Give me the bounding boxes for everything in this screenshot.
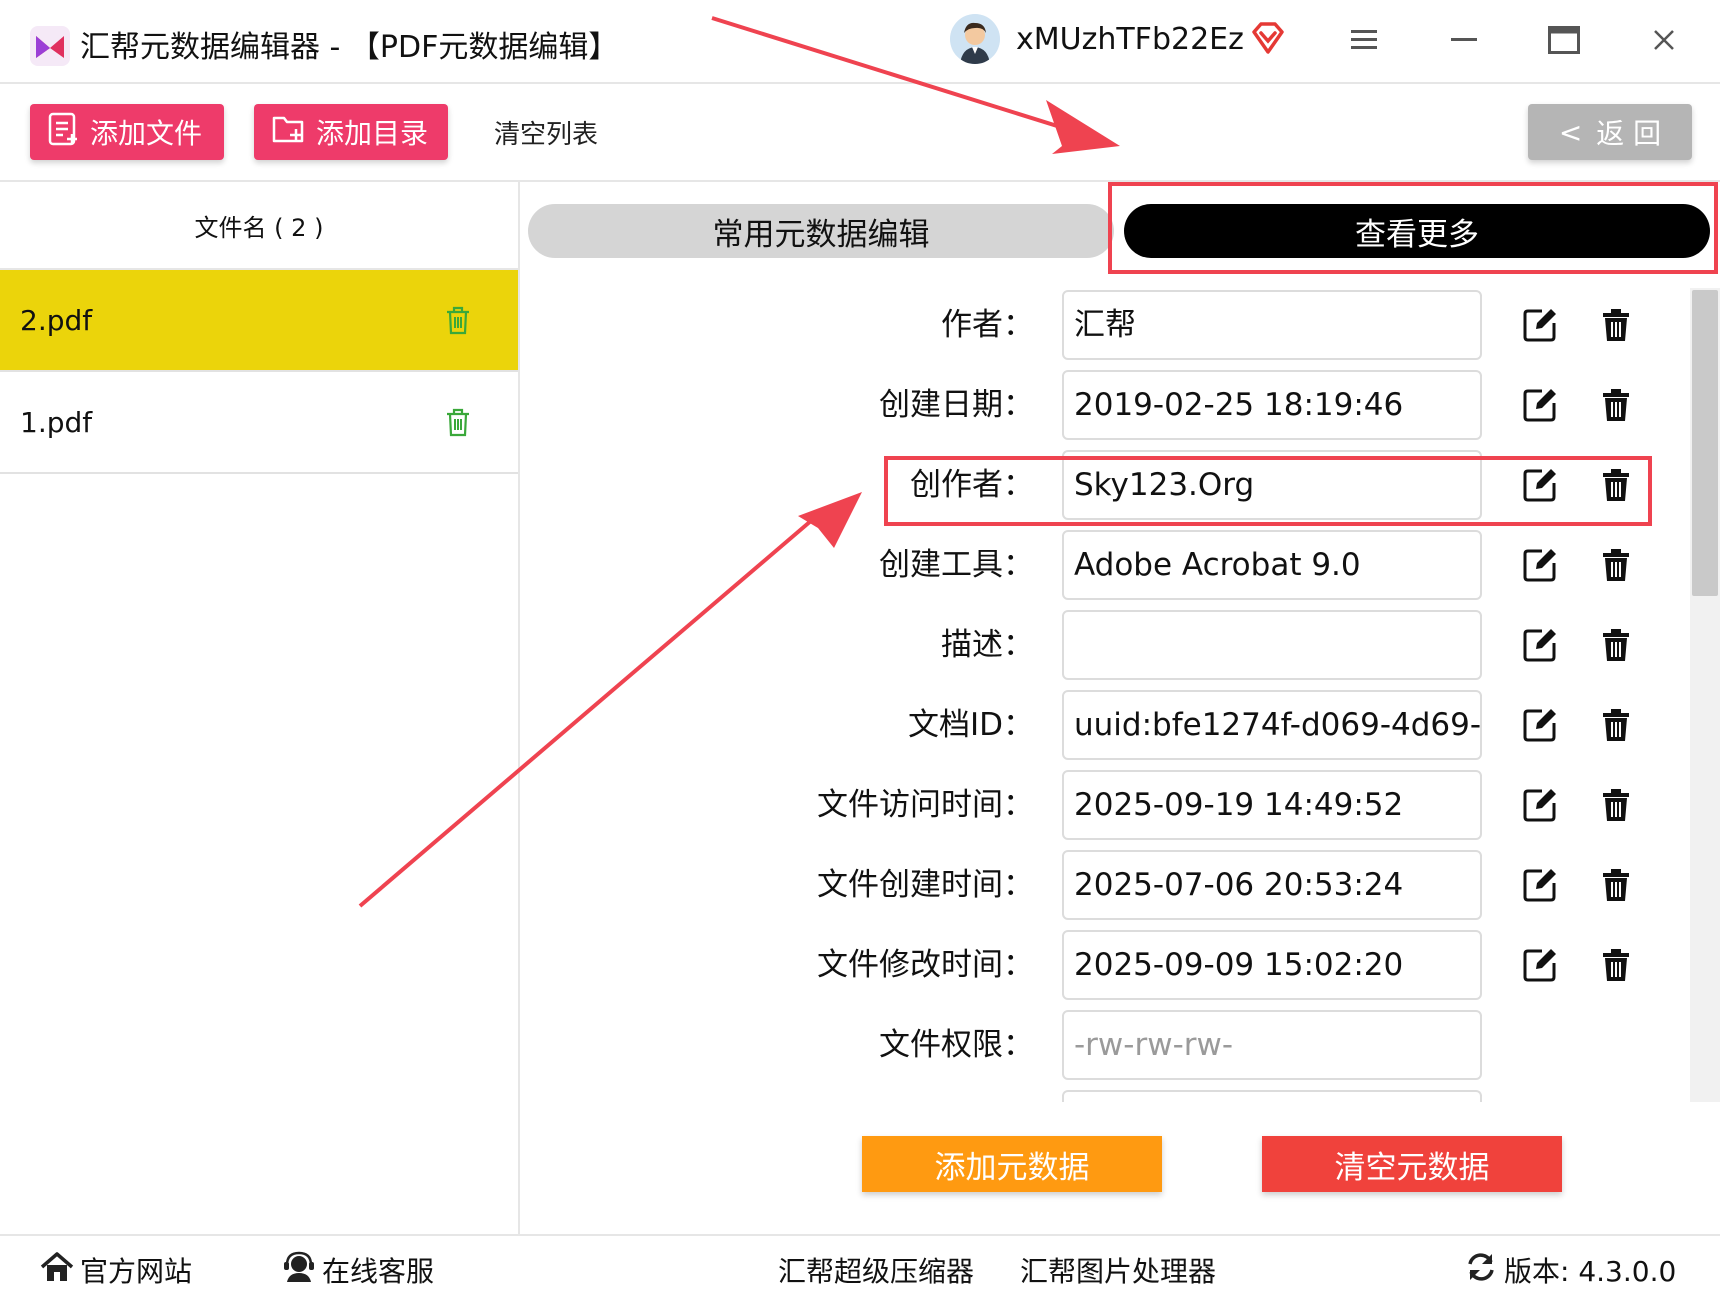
app-logo-icon: [30, 26, 70, 66]
maximize-icon[interactable]: [1542, 18, 1586, 62]
metadata-label: 文件创建时间：: [817, 867, 1034, 903]
metadata-label: 文件权限：: [879, 1027, 1034, 1063]
metadata-input-partial[interactable]: [1062, 1090, 1482, 1102]
file-list-header: 文件名 ( 2 ): [0, 182, 518, 270]
highlight-box-creator: [884, 456, 1652, 526]
tab-common-metadata[interactable]: 常用元数据编辑: [528, 204, 1114, 258]
clear-metadata-button[interactable]: 清空元数据: [1262, 1136, 1562, 1192]
official-website-label: 官方网站: [80, 1255, 193, 1288]
trash-icon[interactable]: [438, 402, 478, 442]
edit-icon[interactable]: [1518, 943, 1562, 987]
edit-icon[interactable]: [1518, 863, 1562, 907]
version-label: 版本: 4.3.0.0: [1504, 1255, 1677, 1288]
metadata-label: 创建工具：: [879, 547, 1034, 583]
user-avatar[interactable]: [950, 14, 1000, 64]
back-label: 返 回: [1596, 117, 1662, 150]
back-chevron-icon: <: [1558, 115, 1583, 149]
online-support-link[interactable]: 在线客服: [282, 1250, 434, 1290]
delete-icon[interactable]: [1594, 623, 1638, 667]
headset-icon: [282, 1251, 316, 1290]
back-button[interactable]: < 返 回: [1528, 104, 1692, 160]
home-icon: [40, 1251, 74, 1290]
window-title: 汇帮元数据编辑器 - 【PDF元数据编辑】: [80, 30, 619, 65]
metadata-label: 文件修改时间：: [817, 947, 1034, 983]
delete-icon[interactable]: [1594, 303, 1638, 347]
delete-icon[interactable]: [1594, 543, 1638, 587]
add-folder-icon: [272, 113, 306, 152]
add-directory-label: 添加目录: [316, 117, 429, 150]
delete-icon[interactable]: [1594, 943, 1638, 987]
metadata-input[interactable]: [1062, 610, 1482, 680]
compressor-link[interactable]: 汇帮超级压缩器: [778, 1250, 974, 1290]
delete-icon[interactable]: [1594, 703, 1638, 747]
metadata-input[interactable]: 2025-09-09 15:02:20: [1062, 930, 1482, 1000]
online-support-label: 在线客服: [322, 1255, 435, 1288]
image-processor-link[interactable]: 汇帮图片处理器: [1020, 1250, 1216, 1290]
vip-diamond-icon: [1250, 20, 1286, 56]
file-row[interactable]: 2.pdf: [0, 270, 518, 372]
add-file-icon: [48, 112, 80, 153]
edit-icon[interactable]: [1518, 303, 1562, 347]
trash-icon[interactable]: [438, 300, 478, 340]
add-directory-button[interactable]: 添加目录: [254, 104, 448, 160]
metadata-input[interactable]: 汇帮: [1062, 290, 1482, 360]
refresh-icon: [1464, 1251, 1498, 1290]
edit-icon[interactable]: [1518, 543, 1562, 587]
metadata-input[interactable]: 2019-02-25 18:19:46: [1062, 370, 1482, 440]
edit-icon[interactable]: [1518, 703, 1562, 747]
add-metadata-button[interactable]: 添加元数据: [862, 1136, 1162, 1192]
metadata-label: 创建日期：: [879, 387, 1034, 423]
scrollbar-thumb[interactable]: [1692, 290, 1718, 596]
metadata-input[interactable]: uuid:bfe1274f-d069-4d69-: [1062, 690, 1482, 760]
close-icon[interactable]: [1642, 18, 1686, 62]
metadata-input[interactable]: Adobe Acrobat 9.0: [1062, 530, 1482, 600]
metadata-label: 文件访问时间：: [817, 787, 1034, 823]
edit-icon[interactable]: [1518, 383, 1562, 427]
add-file-button[interactable]: 添加文件: [30, 104, 224, 160]
delete-icon[interactable]: [1594, 783, 1638, 827]
metadata-label: 文档ID：: [907, 707, 1034, 743]
file-name: 2.pdf: [20, 303, 93, 337]
minimize-icon[interactable]: [1442, 18, 1486, 62]
delete-icon[interactable]: [1594, 863, 1638, 907]
add-file-label: 添加文件: [90, 117, 203, 150]
metadata-input[interactable]: 2025-07-06 20:53:24: [1062, 850, 1482, 920]
metadata-input[interactable]: -rw-rw-rw-: [1062, 1010, 1482, 1080]
highlight-box-tab: [1108, 182, 1718, 274]
metadata-input[interactable]: 2025-09-19 14:49:52: [1062, 770, 1482, 840]
edit-icon[interactable]: [1518, 623, 1562, 667]
metadata-label: 作者：: [941, 307, 1034, 343]
menu-icon[interactable]: [1342, 18, 1386, 62]
clear-list-button[interactable]: 清空列表: [494, 114, 598, 151]
file-name: 1.pdf: [20, 405, 93, 439]
edit-icon[interactable]: [1518, 783, 1562, 827]
official-website-link[interactable]: 官方网站: [40, 1250, 192, 1290]
delete-icon[interactable]: [1594, 383, 1638, 427]
username: xMUzhTFb22Ez: [1016, 22, 1244, 57]
version-info[interactable]: 版本: 4.3.0.0: [1464, 1250, 1676, 1290]
metadata-label: 描述：: [941, 627, 1034, 663]
file-row[interactable]: 1.pdf: [0, 372, 518, 474]
